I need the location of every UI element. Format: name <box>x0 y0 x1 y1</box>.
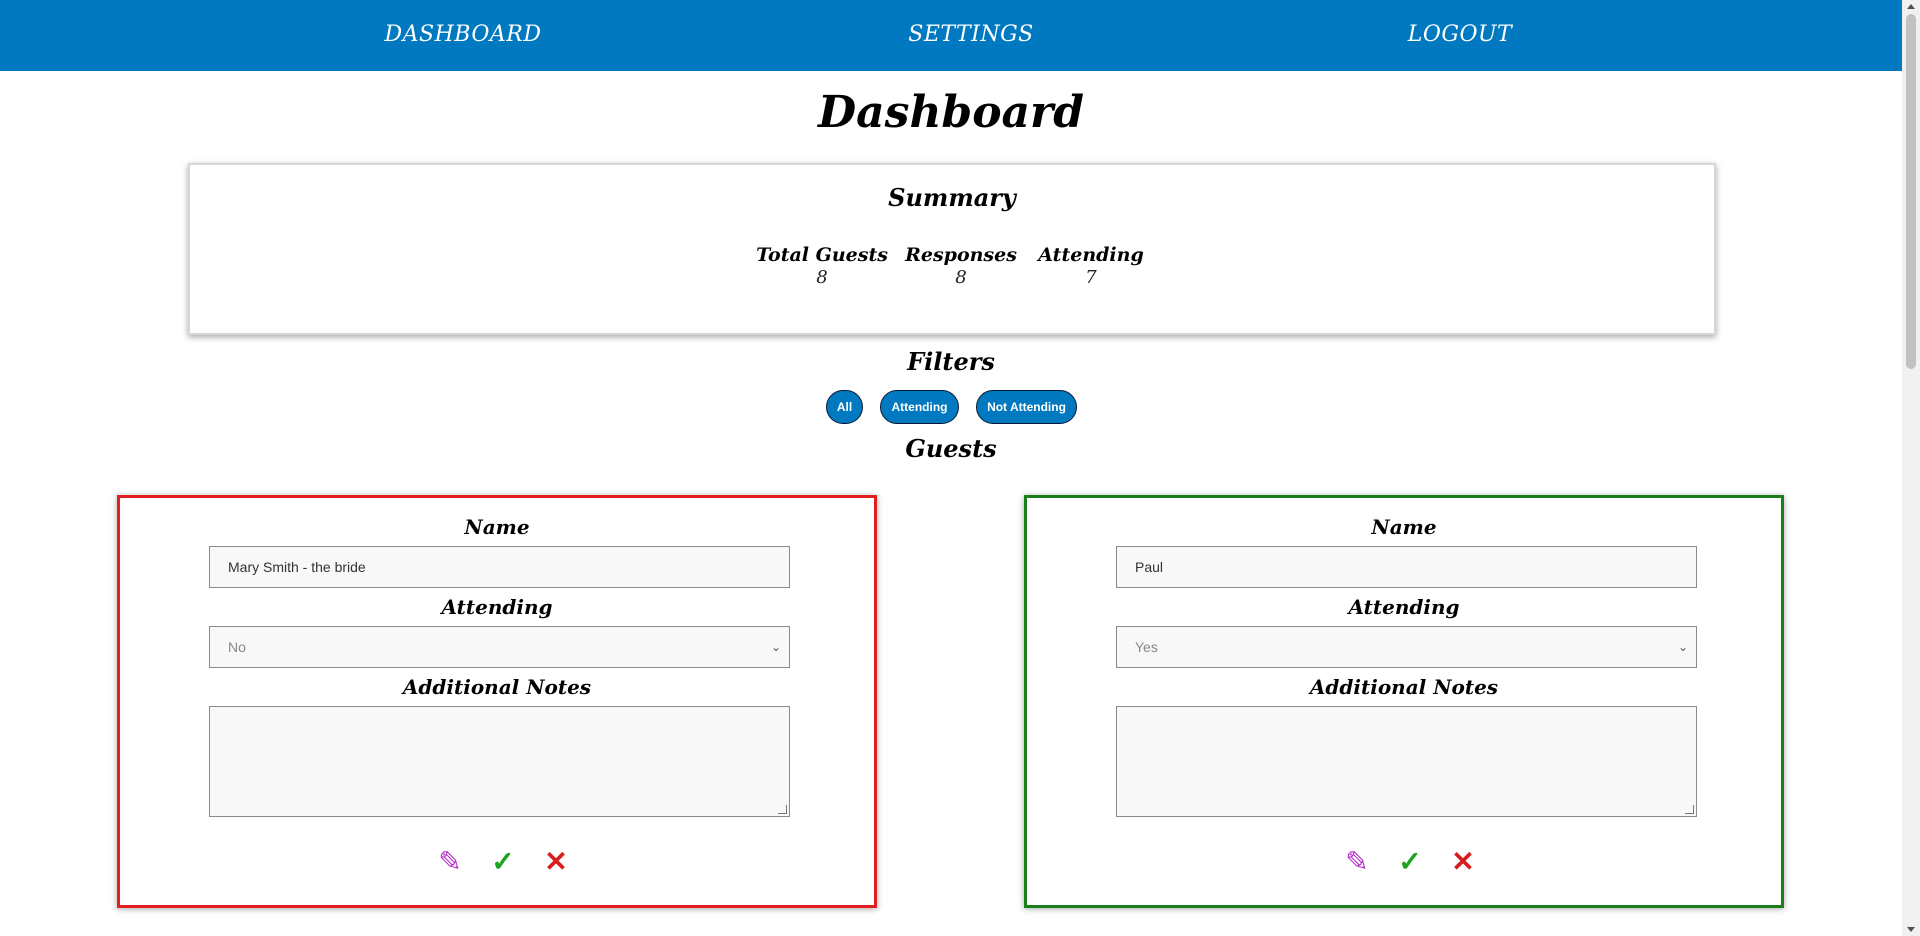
name-label: Name <box>1371 515 1437 539</box>
attending-select-value: No <box>228 639 246 655</box>
chevron-down-icon: ⌄ <box>770 640 781 654</box>
top-navbar: DASHBOARD SETTINGS LOGOUT <box>0 0 1902 71</box>
name-label: Name <box>464 515 530 539</box>
filter-all-button[interactable]: All <box>826 390 863 424</box>
close-icon[interactable]: ✕ <box>544 846 567 878</box>
summary-title: Summary <box>888 183 1016 212</box>
name-input[interactable]: Mary Smith - the bride <box>209 546 790 588</box>
stat-responses: Responses 8 <box>886 243 1036 289</box>
scroll-thumb[interactable] <box>1906 14 1916 369</box>
stat-attending: Attending 7 <box>1016 243 1166 289</box>
nav-logout-link[interactable]: LOGOUT <box>1408 20 1512 50</box>
resize-handle-icon[interactable] <box>1685 805 1694 814</box>
summary-card: Summary Total Guests 8 Responses 8 Atten… <box>188 163 1716 335</box>
pencil-icon[interactable]: ✎ <box>438 846 461 878</box>
check-icon[interactable]: ✓ <box>1398 846 1421 878</box>
chevron-down-icon: ⌄ <box>1677 640 1688 654</box>
attending-label: Attending <box>441 595 553 619</box>
stat-value: 8 <box>816 267 828 288</box>
attending-label: Attending <box>1348 595 1460 619</box>
filter-not-attending-button[interactable]: Not Attending <box>976 390 1077 424</box>
pencil-icon[interactable]: ✎ <box>1345 846 1368 878</box>
vertical-scrollbar[interactable] <box>1902 0 1920 936</box>
filters-heading: Filters <box>907 347 995 376</box>
notes-textarea[interactable] <box>209 706 790 817</box>
stat-label: Attending <box>1038 244 1144 266</box>
notes-label: Additional Notes <box>1309 675 1499 699</box>
nav-dashboard-link[interactable]: DASHBOARD <box>385 20 542 50</box>
name-input[interactable]: Paul <box>1116 546 1697 588</box>
guest-card: Name Mary Smith - the bride Attending No… <box>117 495 877 908</box>
scroll-down-icon[interactable] <box>1907 927 1915 932</box>
notes-textarea[interactable] <box>1116 706 1697 817</box>
notes-label: Additional Notes <box>402 675 592 699</box>
attending-select[interactable]: Yes ⌄ <box>1116 626 1697 668</box>
page-title: Dashboard <box>818 87 1084 138</box>
guests-heading: Guests <box>905 434 997 463</box>
nav-settings-link[interactable]: SETTINGS <box>908 20 1033 50</box>
scroll-up-icon[interactable] <box>1907 4 1915 9</box>
attending-select-value: Yes <box>1135 639 1158 655</box>
stat-label: Responses <box>905 244 1017 266</box>
stat-total-guests: Total Guests 8 <box>747 243 897 289</box>
filter-attending-button[interactable]: Attending <box>880 390 959 424</box>
stat-label: Total Guests <box>756 244 888 266</box>
stat-value: 8 <box>955 267 967 288</box>
check-icon[interactable]: ✓ <box>491 846 514 878</box>
close-icon[interactable]: ✕ <box>1451 846 1474 878</box>
stat-value: 7 <box>1085 267 1097 288</box>
attending-select[interactable]: No ⌄ <box>209 626 790 668</box>
resize-handle-icon[interactable] <box>778 805 787 814</box>
guest-card: Name Paul Attending Yes ⌄ Additional Not… <box>1024 495 1784 908</box>
